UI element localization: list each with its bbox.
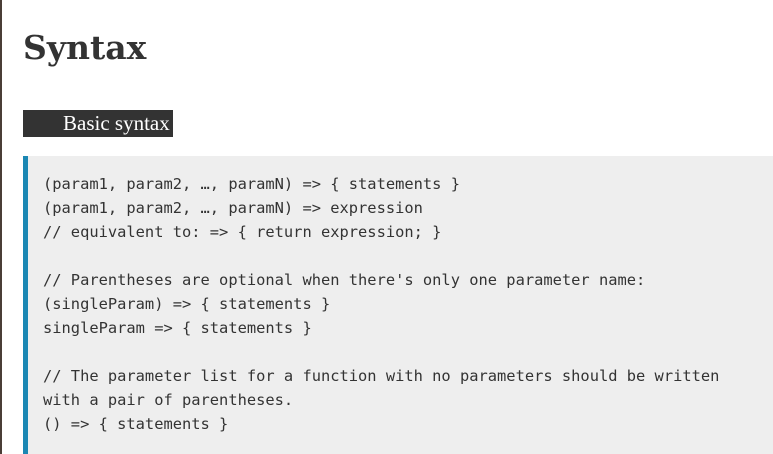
code-line: // Parentheses are optional when there's… [43, 271, 646, 289]
code-line: (param1, param2, …, paramN) => { stateme… [43, 175, 460, 193]
page-title: Syntax [23, 28, 147, 67]
section-heading: Basic syntax [23, 110, 173, 137]
code-line: (singleParam) => { statements } [43, 295, 331, 313]
code-line: with a pair of parentheses. [43, 391, 294, 409]
code-line: // The parameter list for a function wit… [43, 367, 720, 385]
code-block: (param1, param2, …, paramN) => { stateme… [23, 156, 773, 454]
code-line: // equivalent to: => { return expression… [43, 223, 442, 241]
code-line: singleParam => { statements } [43, 319, 312, 337]
page-left-border [0, 0, 2, 454]
code-line: () => { statements } [43, 415, 229, 433]
code-content: (param1, param2, …, paramN) => { stateme… [43, 172, 719, 436]
code-line: (param1, param2, …, paramN) => expressio… [43, 199, 423, 217]
